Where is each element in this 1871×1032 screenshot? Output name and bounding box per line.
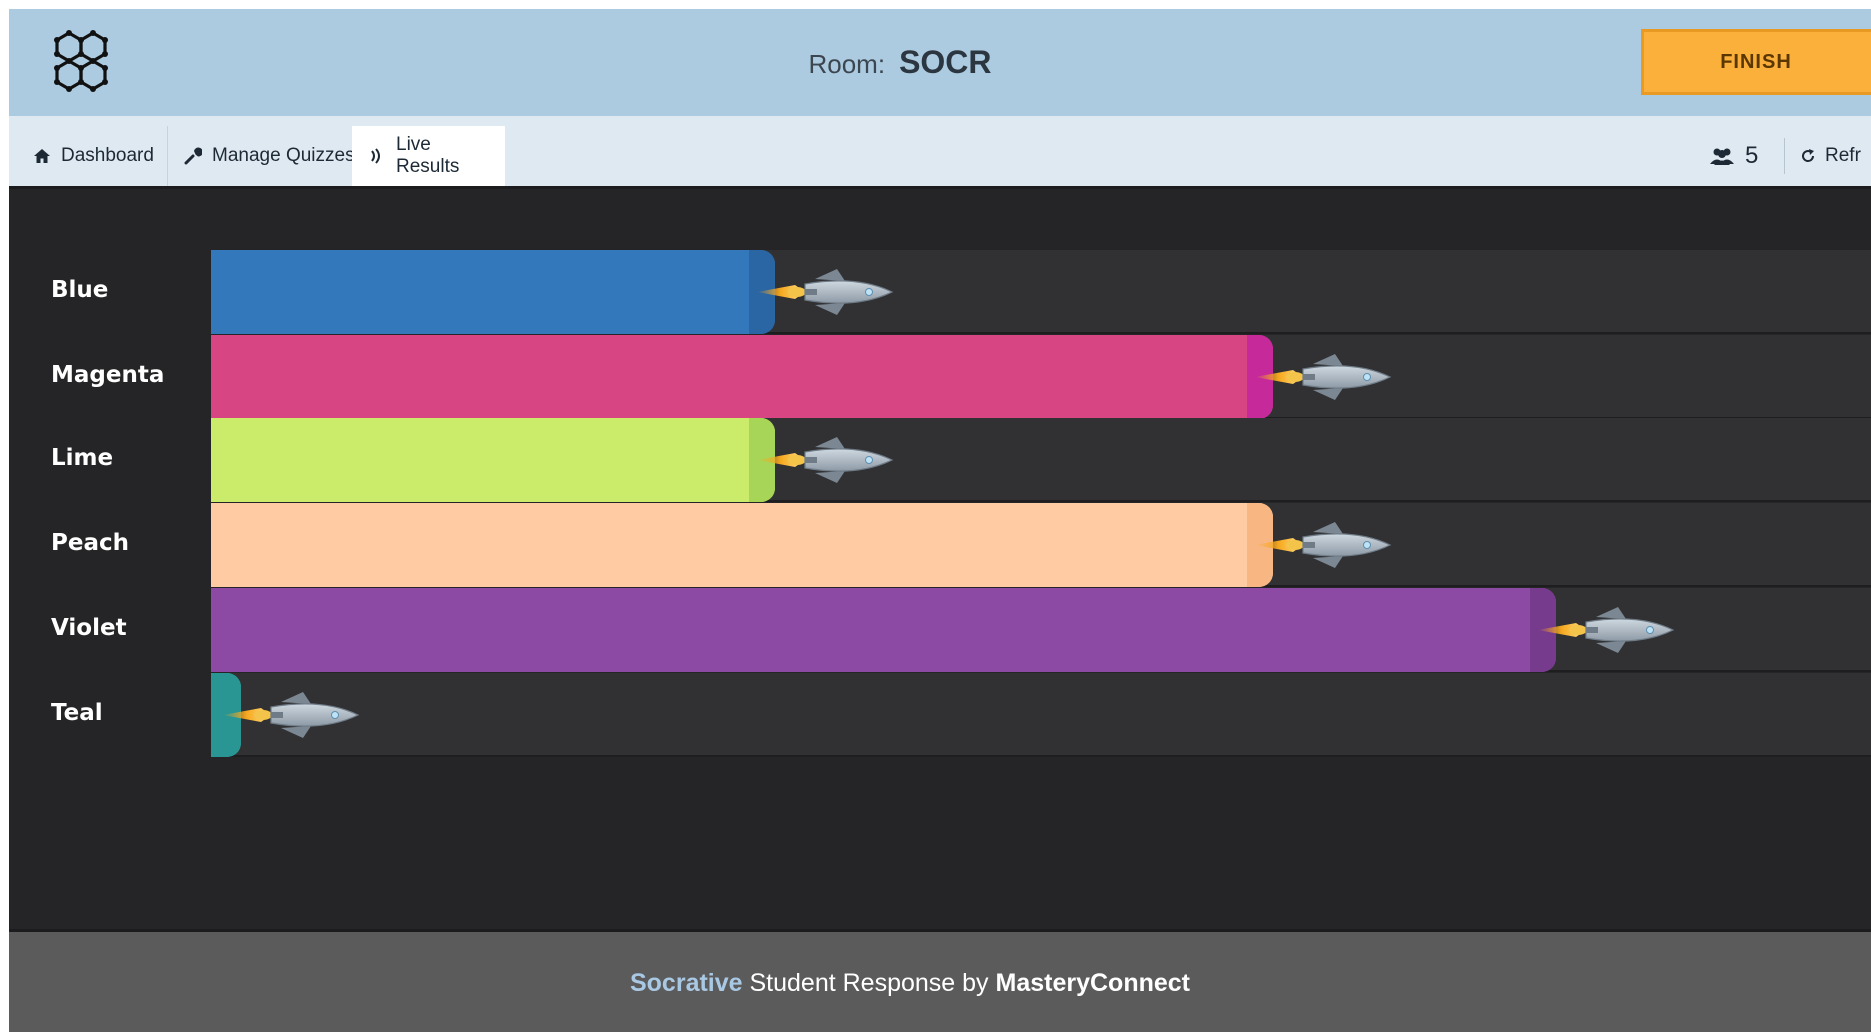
tab-dashboard-label: Dashboard (61, 145, 154, 166)
users-icon (1710, 148, 1734, 165)
tab-live-results[interactable]: Live Results (352, 126, 505, 186)
rocket-marker (223, 688, 363, 742)
student-count-value: 5 (1745, 142, 1759, 169)
footer-company[interactable]: MasteryConnect (996, 969, 1191, 997)
result-bar (211, 418, 776, 502)
result-track (211, 335, 1871, 419)
nav-divider (1784, 138, 1785, 174)
rocket-icon (1255, 522, 1392, 568)
room-name: SOCR (899, 44, 992, 80)
result-track (211, 503, 1871, 587)
refresh-icon (1802, 149, 1815, 162)
result-label: Peach (51, 530, 129, 556)
rocket-icon (757, 437, 894, 483)
result-bar (211, 503, 1274, 587)
refresh-button[interactable]: Refr (1799, 138, 1861, 174)
room-label: Room: (808, 49, 886, 79)
rocket-marker (1255, 350, 1395, 404)
result-label: Magenta (51, 362, 165, 388)
home-icon (34, 149, 50, 163)
result-track (211, 250, 1871, 334)
header: Room: SOCR FINISH (9, 9, 1871, 116)
rocket-icon (223, 692, 360, 738)
footer-middle: Student Response by (742, 969, 996, 997)
result-label: Lime (51, 445, 114, 471)
rocket-marker (757, 433, 897, 487)
rocket-marker (1537, 603, 1678, 657)
result-bar (211, 335, 1274, 419)
result-bar (211, 250, 776, 334)
nav-bar: Dashboard Manage Quizzes Live Results 5 … (9, 116, 1871, 189)
rocket-marker (1255, 518, 1395, 572)
finish-button-label: FINISH (1720, 50, 1792, 73)
result-label: Teal (51, 700, 103, 726)
tab-dashboard[interactable]: Dashboard (17, 126, 170, 186)
refresh-label: Refr (1825, 145, 1861, 166)
tab-manage-quizzes[interactable]: Manage Quizzes (167, 126, 371, 186)
student-count: 5 (1709, 138, 1758, 174)
result-track (211, 418, 1871, 502)
result-track (211, 673, 1871, 757)
finish-button[interactable]: FINISH (1641, 29, 1871, 95)
broadcast-icon (371, 148, 380, 164)
rocket-marker (757, 265, 897, 319)
result-label: Blue (51, 277, 109, 303)
footer: Socrative Student Response by MasteryCon… (9, 929, 1871, 1032)
result-bar (211, 588, 1556, 672)
rocket-icon (1537, 607, 1674, 653)
app: Room: SOCR FINISH Dashboard Manage Quizz… (9, 9, 1871, 1032)
rocket-icon (1255, 354, 1392, 400)
result-track (211, 588, 1871, 672)
tab-manage-quizzes-label: Manage Quizzes (212, 145, 355, 166)
live-results-chart: Blue Magenta Lime Peach Violet Teal (9, 189, 1871, 939)
footer-brand[interactable]: Socrative (630, 969, 743, 997)
rocket-icon (757, 269, 894, 315)
result-label: Violet (51, 615, 127, 641)
tab-live-results-label: Live Results (396, 134, 460, 177)
room-info: Room: SOCR (9, 9, 1871, 116)
wrench-icon (184, 147, 202, 165)
footer-text: Socrative Student Response by MasteryCon… (630, 969, 1190, 998)
